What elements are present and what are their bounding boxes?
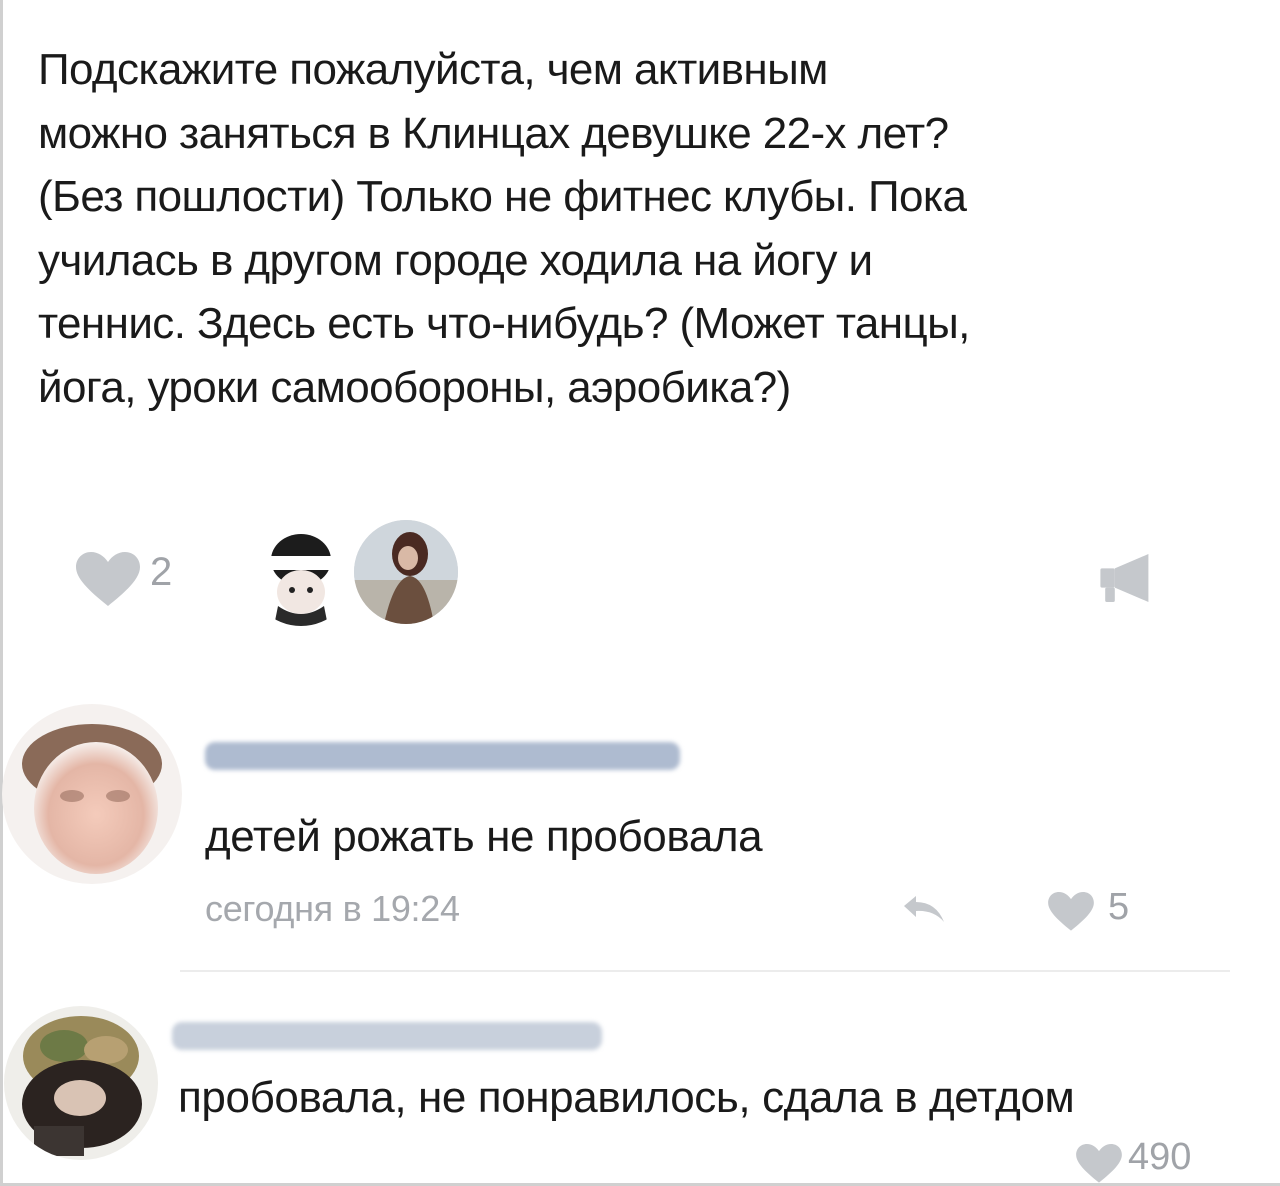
post-text-line: йога, уроки самообороны, аэробика?) [38, 362, 791, 412]
post-text-line: можно заняться в Клинцах девушке 22-х ле… [38, 108, 949, 158]
post-text-line: теннис. Здесь есть что-нибудь? (Может та… [38, 299, 970, 348]
commenter-avatar[interactable] [4, 1006, 158, 1160]
comment-text: пробовала, не понравилось, сдала в детдо… [178, 1073, 1075, 1122]
commenter-avatar[interactable] [2, 704, 182, 884]
post-text: Подскажите пожалуйста, чем активным можн… [38, 38, 1238, 419]
post-text-line: Подскажите пожалуйста, чем активным [38, 45, 828, 94]
heart-icon[interactable] [1076, 1144, 1122, 1184]
comment-timestamp: сегодня в 19:24 [205, 888, 460, 929]
comment-author-blurred[interactable] [172, 1022, 602, 1050]
liker-avatar[interactable] [248, 520, 354, 626]
reply-arrow-icon[interactable] [902, 894, 946, 924]
post-like-count: 2 [150, 550, 173, 594]
heart-icon[interactable] [76, 552, 140, 608]
comment-like-count: 5 [1108, 886, 1130, 928]
comment-text: детей рожать не пробовала [205, 812, 763, 861]
liker-avatar[interactable] [354, 520, 458, 624]
comment-divider [180, 970, 1230, 972]
megaphone-icon[interactable] [1094, 550, 1158, 606]
heart-icon[interactable] [1048, 892, 1094, 932]
comment-like-count: 490 [1128, 1136, 1192, 1178]
comment: пробовала, не понравилось, сдала в детдо… [0, 1000, 1280, 1186]
post-text-line: училась в другом городе ходила на йогу и [38, 235, 873, 285]
comment-author-blurred[interactable] [205, 742, 680, 770]
comment: детей рожать не пробовала сегодня в 19:2… [0, 700, 1280, 940]
post-actions-bar: 2 [0, 520, 1280, 630]
post-text-line: (Без пошлости) Только не фитнес клубы. П… [38, 172, 967, 221]
